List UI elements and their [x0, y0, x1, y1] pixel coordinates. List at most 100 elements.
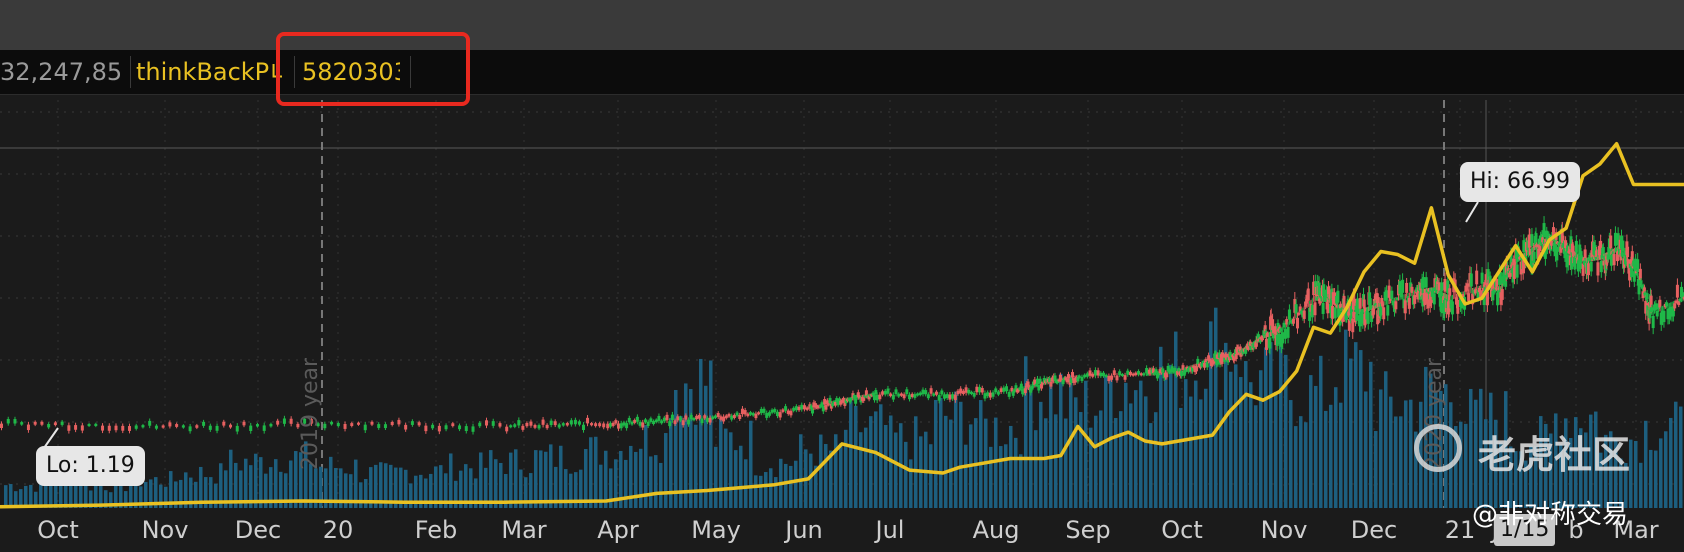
volume-bar	[854, 405, 858, 508]
candle	[1115, 375, 1119, 381]
candle	[951, 394, 955, 399]
lo-pointer	[43, 427, 59, 449]
candle	[464, 426, 468, 432]
candle	[633, 419, 637, 423]
volume-bar	[859, 432, 863, 508]
volume-bar	[754, 475, 758, 508]
candle	[471, 426, 475, 432]
candle	[1104, 374, 1108, 377]
candle	[711, 416, 715, 420]
candle	[323, 423, 327, 429]
candle	[404, 424, 408, 430]
volume-bar	[364, 479, 368, 508]
candle	[654, 419, 658, 423]
candle	[1612, 254, 1616, 266]
candle	[934, 391, 938, 395]
volume-bar	[1649, 449, 1653, 508]
candle	[905, 389, 909, 395]
candle	[1007, 391, 1011, 397]
volume-bar	[1084, 380, 1088, 508]
candle	[1467, 293, 1471, 301]
volume-bar	[1049, 380, 1053, 508]
candle	[1413, 295, 1417, 304]
candle	[1326, 303, 1330, 314]
candle	[705, 417, 709, 422]
candle	[249, 425, 253, 431]
candle	[377, 424, 381, 428]
volume-bar	[1044, 418, 1048, 508]
volume-bar	[1194, 380, 1198, 508]
volume-bar	[789, 465, 793, 508]
volume-bar	[649, 456, 653, 508]
candle	[967, 389, 971, 394]
candle	[732, 414, 736, 418]
volume-bar	[1129, 403, 1133, 508]
candle	[792, 407, 796, 411]
candle	[665, 414, 669, 421]
candle	[1480, 272, 1484, 284]
volume-bar	[1004, 444, 1008, 508]
candle	[478, 422, 482, 427]
candle	[242, 421, 246, 426]
candle	[154, 425, 158, 429]
candle	[67, 425, 71, 431]
volume-bar	[1289, 400, 1293, 508]
volume-bar	[1354, 342, 1358, 508]
x-axis-tick-label: Dec	[1350, 516, 1398, 544]
volume-bar	[674, 390, 678, 508]
x-axis-tick-label: Dec	[234, 516, 282, 544]
candle	[80, 425, 84, 431]
volume-bar	[1099, 410, 1103, 508]
volume-bar	[4, 485, 8, 508]
candle	[983, 393, 987, 399]
candle	[6, 418, 10, 424]
volume-bar	[1344, 329, 1348, 508]
candle	[458, 425, 462, 430]
volume-bar	[794, 460, 798, 508]
candle	[390, 422, 394, 425]
candle	[289, 418, 293, 424]
x-axis-tick-label: Feb	[414, 516, 458, 544]
candle	[617, 423, 621, 429]
candle	[978, 387, 982, 393]
volume-bar	[1034, 430, 1038, 508]
candle	[719, 416, 723, 420]
candle	[1002, 387, 1006, 392]
volume-bar	[1659, 438, 1663, 508]
candle	[1440, 282, 1444, 292]
volume-bar	[934, 399, 938, 508]
candle	[517, 420, 521, 426]
candle	[940, 390, 944, 395]
watermark-sub: @非对称交易	[1472, 500, 1629, 530]
candle	[692, 418, 696, 421]
candle	[1313, 302, 1317, 316]
candle	[1362, 299, 1366, 309]
candle	[565, 423, 569, 426]
volume-bar	[1349, 358, 1353, 508]
x-axis-tick-label: Oct	[1161, 516, 1203, 544]
volume-bar	[1259, 370, 1263, 508]
volume-bar	[694, 424, 698, 508]
candle	[1384, 290, 1388, 300]
volume-bar	[594, 436, 598, 508]
candle	[175, 424, 179, 427]
candle	[668, 421, 672, 427]
volume-bar	[884, 424, 888, 508]
candle	[881, 391, 885, 395]
candle	[996, 391, 1000, 395]
candle	[611, 422, 615, 426]
volume-bar	[1009, 425, 1013, 508]
volume-bar	[1149, 423, 1153, 508]
candle	[899, 393, 903, 396]
candle	[541, 419, 545, 425]
volume-bar	[1679, 406, 1683, 508]
candle	[1662, 310, 1666, 323]
candle	[918, 392, 922, 396]
candle	[1358, 298, 1362, 309]
volume-bar	[1319, 355, 1323, 508]
candle	[1601, 247, 1605, 255]
candle	[959, 388, 963, 394]
candle	[749, 412, 753, 415]
volume-bar	[824, 444, 828, 508]
candle	[549, 420, 553, 426]
